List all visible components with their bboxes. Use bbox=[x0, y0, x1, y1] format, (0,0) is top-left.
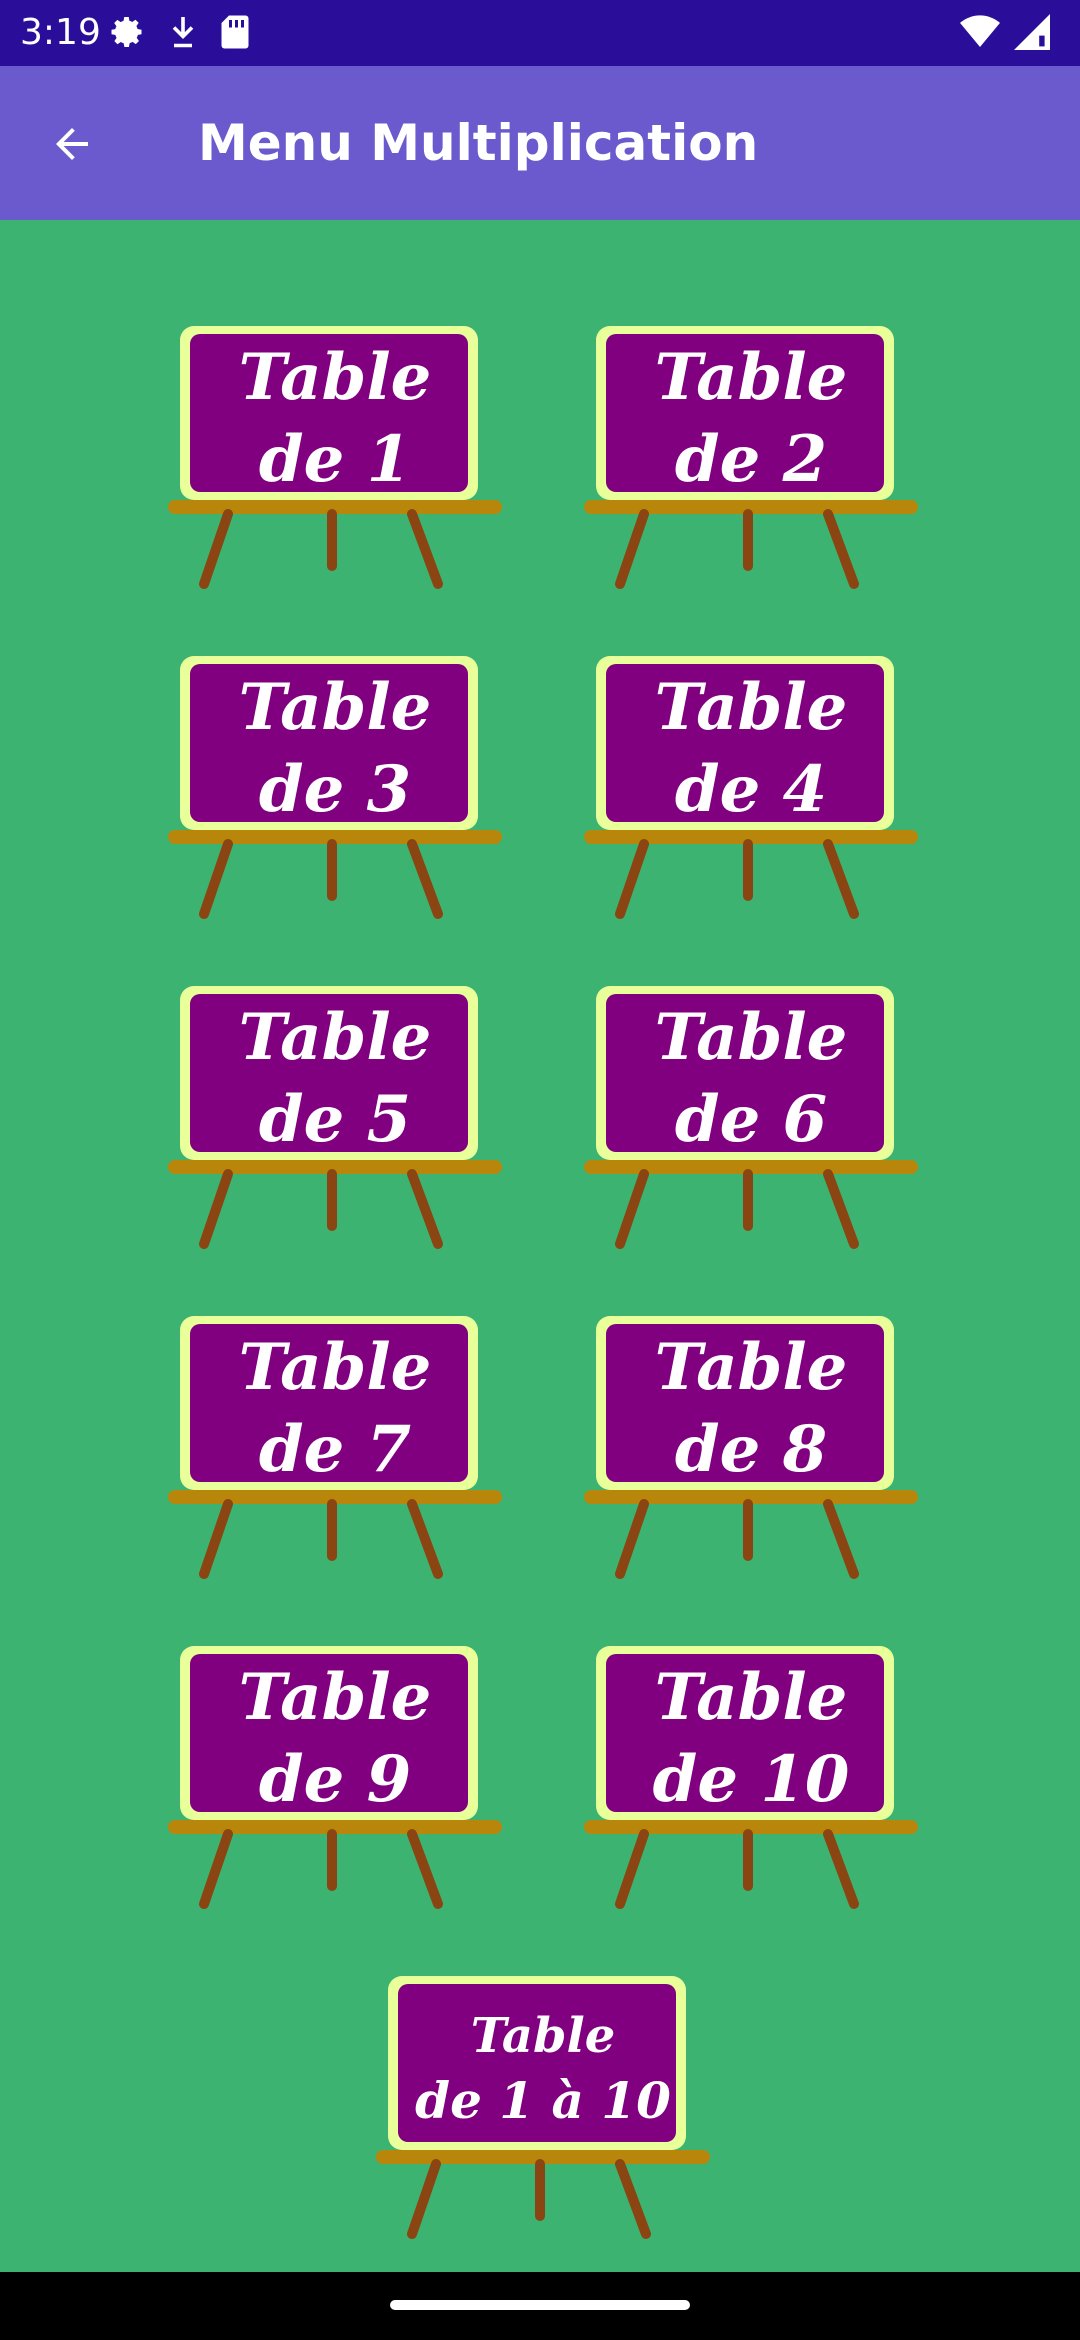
status-icons-left bbox=[110, 14, 250, 54]
table-4-button[interactable]: Table de 4 bbox=[584, 652, 918, 924]
cell-signal-icon bbox=[1014, 14, 1050, 54]
status-bar: 3:19 bbox=[0, 0, 1080, 66]
table-2-button[interactable]: Table de 2 bbox=[584, 322, 918, 594]
table-5-button[interactable]: Table de 5 bbox=[168, 982, 502, 1254]
system-nav-bar bbox=[0, 2272, 1080, 2340]
table-6-button[interactable]: Table de 6 bbox=[584, 982, 918, 1254]
table-3-button[interactable]: Table de 3 bbox=[168, 652, 502, 924]
download-icon bbox=[168, 14, 198, 54]
app-bar: Menu Multiplication bbox=[0, 66, 1080, 220]
arrow-back-icon bbox=[56, 128, 88, 160]
gear-icon bbox=[110, 14, 146, 54]
table-7-button[interactable]: Table de 7 bbox=[168, 1312, 502, 1584]
table-8-button[interactable]: Table de 8 bbox=[584, 1312, 918, 1584]
table-1-to-10-button[interactable]: Table de 1 à 10 bbox=[376, 1972, 710, 2244]
page-title: Menu Multiplication bbox=[198, 114, 759, 172]
status-icons-right bbox=[960, 12, 1050, 56]
table-9-button[interactable]: Table de 9 bbox=[168, 1642, 502, 1914]
status-time: 3:19 bbox=[20, 12, 101, 53]
table-1-button[interactable]: Table de 1 bbox=[168, 322, 502, 594]
wifi-icon bbox=[960, 14, 1000, 54]
sd-card-icon bbox=[220, 14, 250, 54]
back-button[interactable] bbox=[36, 108, 108, 180]
table-10-button[interactable]: Table de 10 bbox=[584, 1642, 918, 1914]
home-gesture-bar[interactable] bbox=[390, 2300, 690, 2310]
table-menu-grid: Table de 1 Table de 2 Table de 3 Table d… bbox=[0, 220, 1080, 2272]
